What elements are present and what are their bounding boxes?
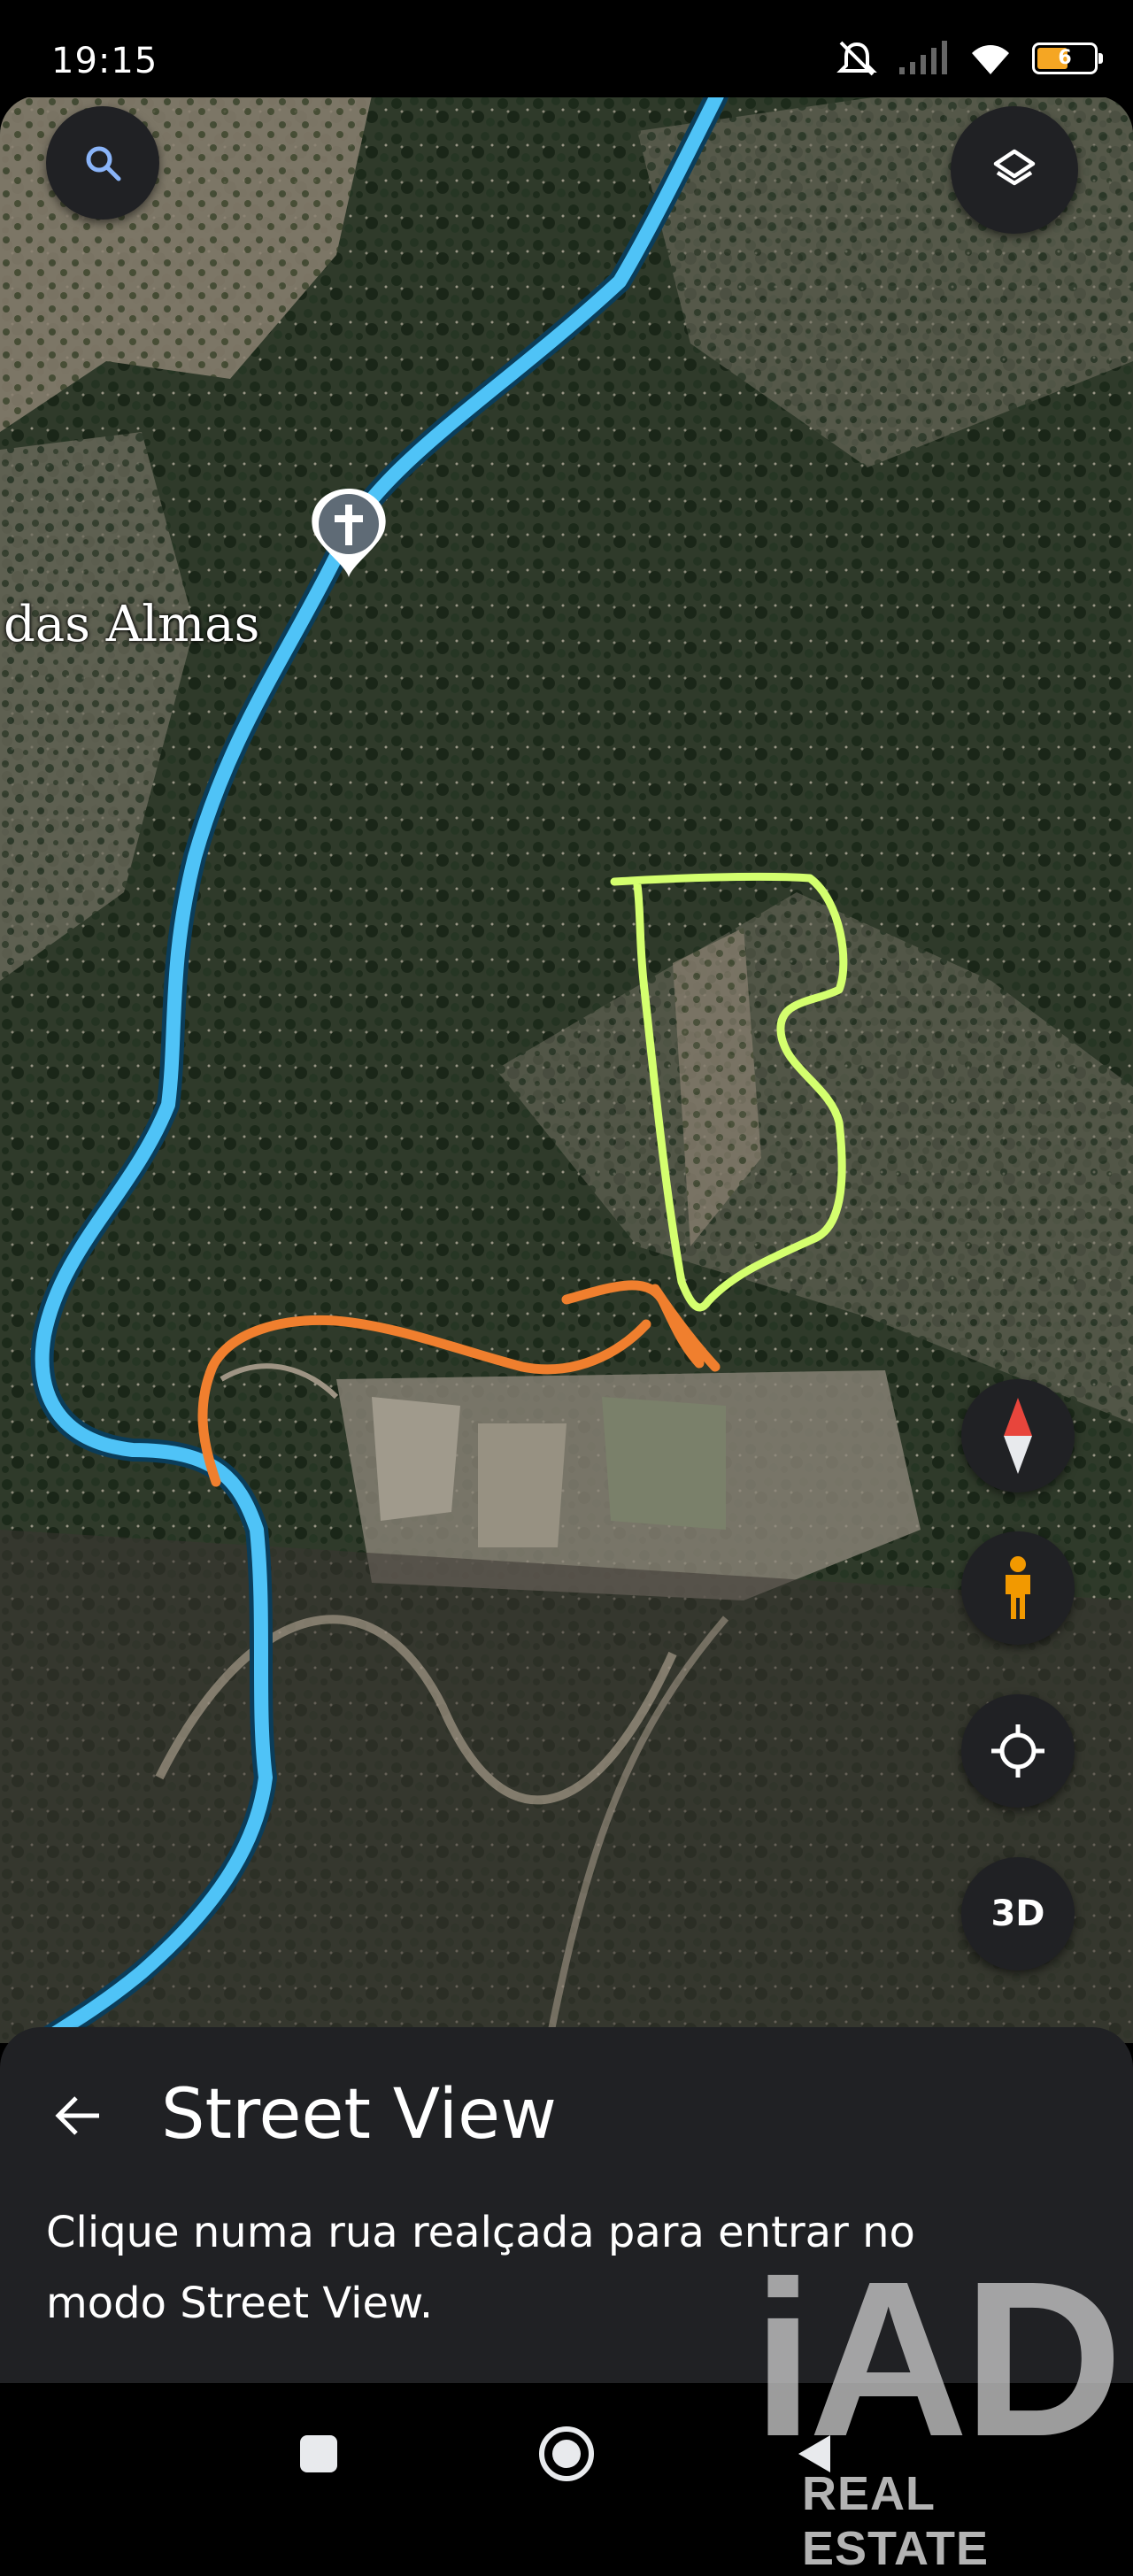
my-location-icon [991, 1724, 1044, 1778]
pegman-button[interactable] [961, 1531, 1075, 1645]
watermark-logo: iAD [752, 2235, 1123, 2482]
status-icons: 6 [836, 35, 1103, 81]
search-icon [86, 146, 121, 181]
arrow-back-icon [55, 2096, 99, 2135]
signal-icon [899, 41, 947, 74]
compass-icon [1004, 1398, 1032, 1474]
place-label[interactable]: das Almas [4, 596, 259, 653]
mute-icon [836, 41, 877, 76]
status-bar: 19:15 6 [0, 0, 1133, 97]
my-location-button[interactable] [961, 1694, 1075, 1808]
layers-button[interactable] [951, 106, 1078, 234]
search-button[interactable] [46, 106, 159, 220]
recents-button[interactable] [283, 2418, 354, 2489]
cemetery-cross-icon [312, 489, 386, 577]
3d-mode-label: 3D [990, 1893, 1045, 1934]
back-button[interactable] [42, 2080, 113, 2151]
compass-button[interactable] [961, 1379, 1075, 1492]
battery-level: 6 [1058, 47, 1072, 69]
home-button[interactable] [531, 2418, 602, 2489]
place-pin[interactable] [310, 487, 388, 579]
3d-mode-button[interactable]: 3D [961, 1857, 1075, 1971]
iad-watermark: iAD REAL ESTATE [752, 2235, 1133, 2576]
layers-icon [993, 149, 1036, 186]
circle-icon [539, 2426, 594, 2481]
battery-icon: 6 [1032, 42, 1103, 74]
pegman-icon [1006, 1556, 1030, 1619]
sheet-title: Street View [161, 2075, 557, 2155]
satellite-map[interactable]: das Almas 3D [0, 96, 1133, 2043]
square-icon [300, 2435, 337, 2472]
watermark-subtitle: REAL ESTATE [802, 2467, 990, 2575]
wifi-icon [972, 45, 1009, 74]
status-time: 19:15 [51, 41, 158, 81]
